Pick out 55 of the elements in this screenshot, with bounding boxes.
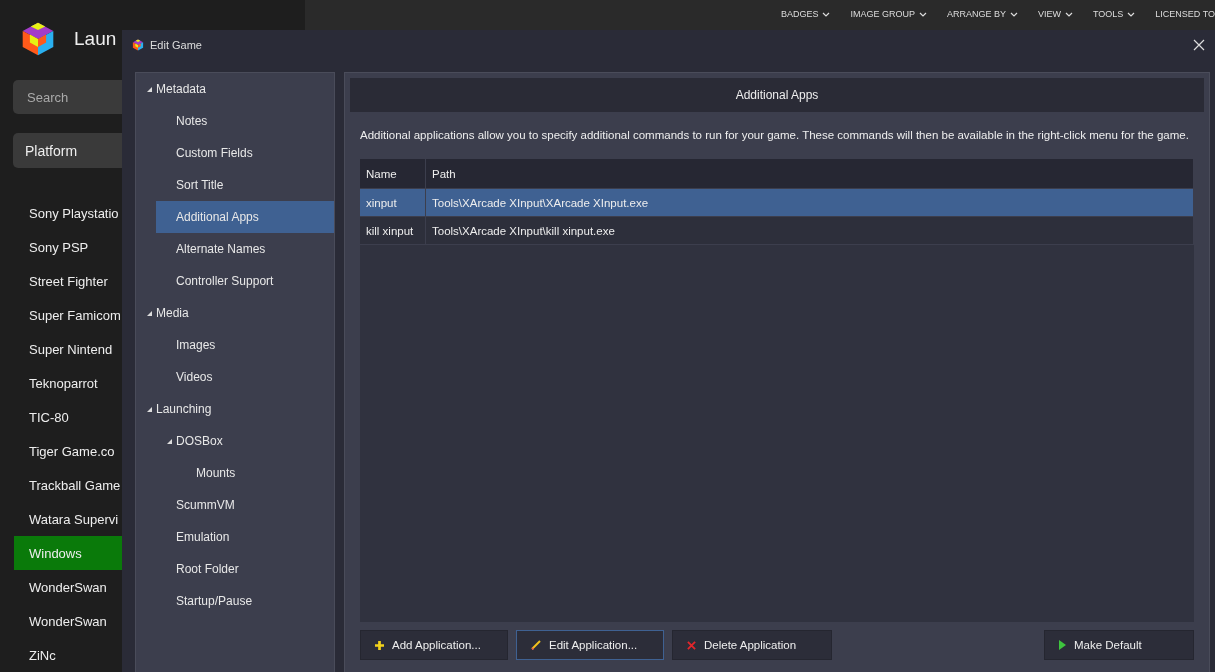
tree-item[interactable]: Media [136, 297, 334, 329]
action-button[interactable]: Delete Application [672, 630, 832, 660]
tree-item[interactable]: Root Folder [156, 553, 334, 585]
expanded-triangle-icon[interactable] [146, 86, 152, 92]
menu-item[interactable]: ARRANGE BY [946, 9, 1018, 19]
tree-item[interactable]: Launching [136, 393, 334, 425]
table-row[interactable]: xinput Tools\XArcade XInput\XArcade XInput.exe [360, 189, 1194, 217]
tree-item[interactable]: Emulation [156, 521, 334, 553]
cross-icon [687, 640, 696, 650]
table-cell: xinput [360, 189, 426, 216]
tree-item[interactable]: Metadata [136, 73, 334, 105]
table-cell: Tools\XArcade XInput\XArcade XInput.exe [426, 189, 1194, 216]
dialog-title: Edit Game [150, 39, 203, 51]
expanded-triangle-icon[interactable] [166, 438, 172, 444]
column-header[interactable]: Name [360, 159, 426, 188]
plus-icon [375, 640, 384, 650]
tree-item[interactable]: Mounts [176, 457, 334, 489]
tree-item[interactable]: Sort Title [156, 169, 334, 201]
menu-item[interactable]: BADGES [780, 9, 831, 19]
tree-item[interactable]: ScummVM [156, 489, 334, 521]
close-button[interactable] [1193, 39, 1205, 51]
tree-item[interactable]: Alternate Names [156, 233, 334, 265]
table-row[interactable]: kill xinput Tools\XArcade XInput\kill xinput.exe [360, 217, 1194, 245]
section-title: Additional Apps [350, 78, 1204, 112]
action-button[interactable]: Add Application... [360, 630, 508, 660]
column-header[interactable]: Path [426, 159, 1194, 188]
action-button[interactable]: Make Default [1044, 630, 1194, 660]
cube-logo-icon [132, 39, 144, 51]
expanded-triangle-icon[interactable] [146, 406, 152, 412]
chevron-down-icon [1009, 11, 1018, 17]
tree-item[interactable]: Custom Fields [156, 137, 334, 169]
chevron-down-icon [1064, 11, 1073, 17]
tree-item[interactable]: Notes [156, 105, 334, 137]
chevron-down-icon [1127, 11, 1136, 17]
menu-item[interactable]: IMAGE GROUP [850, 9, 927, 19]
table-cell: Tools\XArcade XInput\kill xinput.exe [426, 217, 1194, 244]
menu-item[interactable]: LICENSED TO [1155, 9, 1215, 19]
description-text: Additional applications allow you to specify additional commands to run for your game. These commands will then be available in the right-click menu for the game. [360, 128, 1190, 143]
play-icon [1059, 640, 1066, 650]
tree-item[interactable]: Additional Apps [156, 201, 334, 233]
tree-item[interactable]: Videos [156, 361, 334, 393]
tree-item[interactable]: DOSBox [156, 425, 334, 457]
table-cell: kill xinput [360, 217, 426, 244]
tree-item[interactable]: Controller Support [156, 265, 334, 297]
tree-item[interactable]: Startup/Pause [156, 585, 334, 617]
tree-item[interactable]: Images [156, 329, 334, 361]
menu-item[interactable]: TOOLS [1092, 9, 1136, 19]
menu-item[interactable]: VIEW [1037, 9, 1073, 19]
app-title: Laun [74, 28, 117, 50]
chevron-down-icon [822, 11, 831, 17]
cube-logo-icon [20, 21, 56, 57]
action-button[interactable]: Edit Application... [516, 630, 664, 660]
pencil-icon [531, 640, 541, 650]
chevron-down-icon [918, 11, 927, 17]
expanded-triangle-icon[interactable] [146, 310, 152, 316]
